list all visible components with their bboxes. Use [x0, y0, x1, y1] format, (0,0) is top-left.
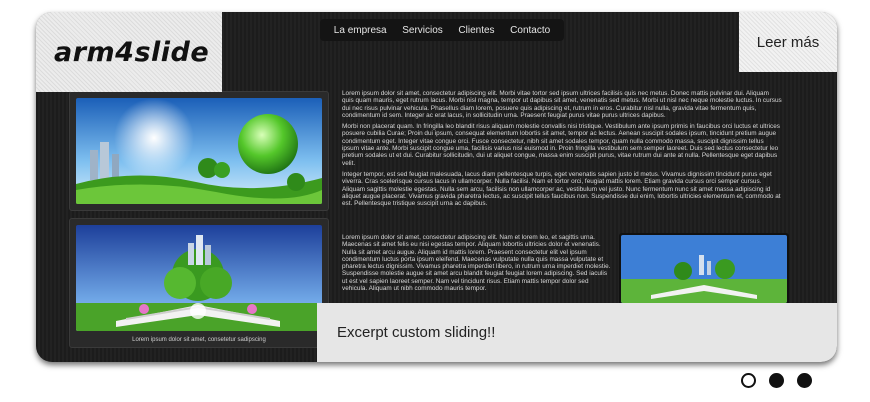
image-caption: Lorem ipsum dolor sit amet, consetetur s…: [132, 337, 266, 343]
nav-item-empresa[interactable]: La empresa: [334, 25, 387, 36]
nav-item-contacto[interactable]: Contacto: [510, 25, 550, 36]
book-image: [76, 225, 322, 331]
paragraph-1: Lorem ipsum dolor sit amet, consectetur …: [342, 90, 782, 119]
excerpt-box: Excerpt custom sliding!!: [317, 303, 837, 362]
pagination-dot-3[interactable]: [797, 373, 812, 388]
globe-image: [76, 98, 322, 204]
read-more-label: Leer más: [756, 33, 820, 51]
logo-box[interactable]: arm4slide: [36, 12, 222, 92]
image-card-small: [619, 233, 789, 305]
slider-pagination: [741, 373, 812, 388]
small-book-image: [621, 235, 787, 303]
pagination-dot-2[interactable]: [769, 373, 784, 388]
slider: La empresa Servicios Clientes Contacto L…: [36, 12, 837, 362]
excerpt-text: Excerpt custom sliding!!: [337, 324, 496, 341]
paragraph-4: Lorem ipsum dolor sit amet, consectetur …: [342, 234, 611, 293]
image-card-globe: [69, 91, 329, 211]
nav-item-clientes[interactable]: Clientes: [458, 25, 494, 36]
read-more-button[interactable]: Leer más: [739, 12, 837, 72]
paragraph-2: Morbi non placerat quam. In fringilla le…: [342, 123, 780, 167]
image-card-book: Lorem ipsum dolor sit amet, consetetur s…: [69, 218, 329, 348]
site-nav: La empresa Servicios Clientes Contacto: [320, 19, 564, 41]
pagination-dot-1[interactable]: [741, 373, 756, 388]
paragraph-3: Integer tempor, est sed feugiat malesuad…: [342, 170, 781, 208]
article-text: Lorem ipsum dolor sit amet, consectetur …: [342, 90, 782, 211]
article-text-narrow: Lorem ipsum dolor sit amet, consectetur …: [342, 234, 614, 296]
nav-item-servicios[interactable]: Servicios: [402, 25, 443, 36]
logo-text: arm4slide: [54, 36, 210, 68]
